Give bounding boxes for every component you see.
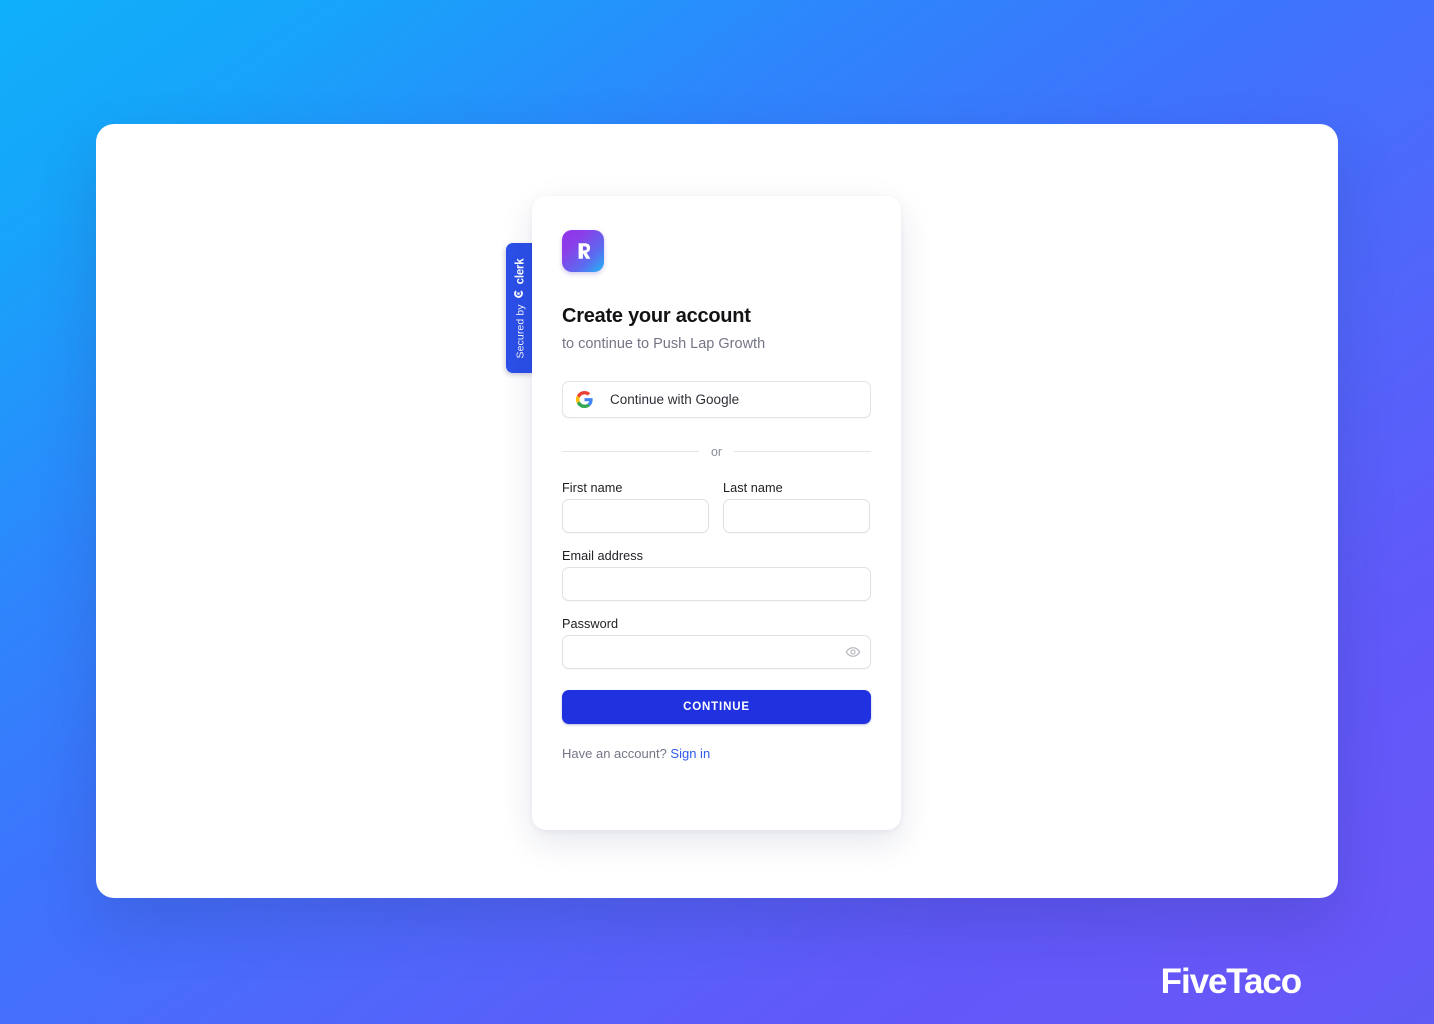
continue-with-google-label: Continue with Google xyxy=(610,391,740,407)
password-field-group: Password xyxy=(562,617,871,669)
last-name-label: Last name xyxy=(723,480,783,495)
email-field-group: Email address xyxy=(562,549,871,601)
name-fields-row: First name Last name xyxy=(562,481,871,549)
clerk-secured-badge[interactable]: Secured by clerk xyxy=(506,243,533,373)
fivetaco-watermark: FiveTaco xyxy=(1160,962,1302,1001)
last-name-input[interactable] xyxy=(723,498,870,533)
signin-prompt: Have an account? Sign in xyxy=(562,746,871,761)
continue-with-google-button[interactable]: Continue with Google xyxy=(562,380,871,418)
signup-form: First name Last name Email address Passw… xyxy=(562,481,871,724)
signin-prompt-label: Have an account? xyxy=(562,745,667,761)
clerk-brand: clerk xyxy=(512,258,527,299)
password-label: Password xyxy=(562,616,619,631)
clerk-secured-label: Secured by xyxy=(513,303,526,358)
divider-line-right xyxy=(734,451,871,453)
first-name-input[interactable] xyxy=(562,498,709,533)
email-input[interactable] xyxy=(562,566,871,601)
divider: or xyxy=(562,445,871,459)
divider-line-left xyxy=(562,451,699,453)
page-title: Create your account xyxy=(562,305,751,327)
clerk-brand-label: clerk xyxy=(513,258,526,284)
email-label: Email address xyxy=(562,548,644,563)
google-g-icon xyxy=(576,390,593,408)
password-input-wrapper xyxy=(562,634,871,669)
app-logo-icon xyxy=(562,230,604,272)
clerk-badge-content: Secured by clerk xyxy=(512,258,527,358)
eye-icon[interactable] xyxy=(844,643,862,661)
first-name-field-group: First name xyxy=(562,481,709,533)
clerk-logo-icon xyxy=(512,287,527,299)
first-name-label: First name xyxy=(562,480,623,495)
sign-in-link[interactable]: Sign in xyxy=(670,746,710,761)
divider-label: or xyxy=(710,444,723,459)
last-name-field-group: Last name xyxy=(723,481,870,533)
page-subtitle: to continue to Push Lap Growth xyxy=(562,336,766,352)
signup-card: Create your account to continue to Push … xyxy=(532,196,901,830)
continue-button[interactable]: CONTINUE xyxy=(562,689,871,724)
password-input[interactable] xyxy=(562,634,871,669)
